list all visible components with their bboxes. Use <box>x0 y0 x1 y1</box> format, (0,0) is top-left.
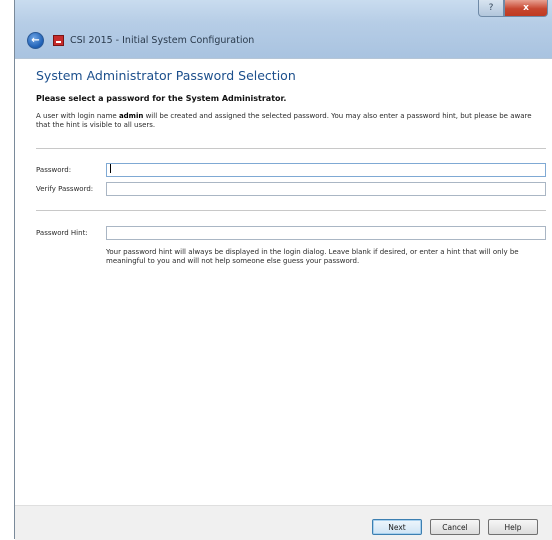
password-hint-label: Password Hint: <box>36 229 88 237</box>
page-heading: Please select a password for the System … <box>36 94 287 103</box>
cancel-button[interactable]: Cancel <box>430 519 480 535</box>
wizard-footer: Next Cancel Help <box>15 505 552 540</box>
help-button[interactable]: Help <box>488 519 538 535</box>
divider-top <box>36 148 546 149</box>
next-button[interactable]: Next <box>372 519 422 535</box>
caption-buttons: ? x <box>478 0 548 17</box>
verify-password-input[interactable] <box>106 182 546 196</box>
password-hint-input[interactable] <box>106 226 546 240</box>
page-description: A user with login name admin will be cre… <box>36 112 541 130</box>
window-title: CSI 2015 - Initial System Configuration <box>70 35 255 46</box>
back-arrow-icon[interactable]: ← <box>27 32 44 49</box>
description-text-1: A user with login name <box>36 112 119 120</box>
divider-middle <box>36 210 546 211</box>
page-title: System Administrator Password Selection <box>36 68 296 83</box>
verify-password-label: Verify Password: <box>36 185 94 193</box>
text-caret <box>110 164 111 173</box>
description-login-name: admin <box>118 112 144 120</box>
password-label: Password: <box>36 166 72 174</box>
password-hint-help: Your password hint will always be displa… <box>106 248 519 265</box>
wizard-content: System Administrator Password Selection … <box>15 58 552 506</box>
password-input[interactable] <box>106 163 546 177</box>
title-bar: ? x ← CSI 2015 - Initial System Configur… <box>15 0 552 58</box>
help-caption-button[interactable]: ? <box>478 0 504 17</box>
wizard-window: ? x ← CSI 2015 - Initial System Configur… <box>14 0 552 540</box>
close-caption-button[interactable]: x <box>504 0 548 17</box>
app-logo-icon <box>53 35 64 46</box>
